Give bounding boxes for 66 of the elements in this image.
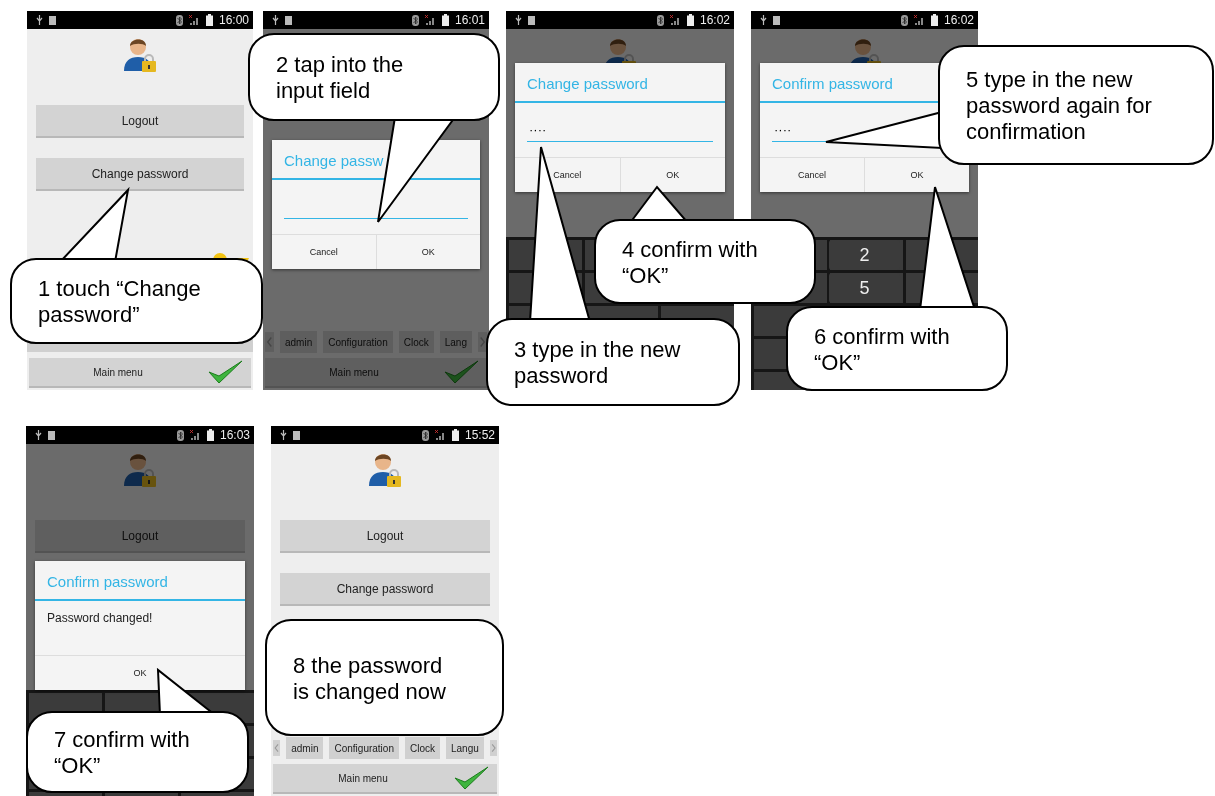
tab[interactable]: Langu	[445, 737, 484, 759]
menu-button[interactable]: Logout	[36, 105, 244, 138]
battery-icon	[451, 429, 459, 441]
signal-icon	[188, 15, 200, 25]
bluetooth-icon	[175, 14, 183, 26]
callout-text: 2 tap into the input field	[276, 52, 405, 104]
checkmark-icon	[453, 765, 489, 791]
signal-icon	[189, 430, 201, 440]
dialog-message: Password changed!	[47, 611, 153, 625]
sd-card-icon	[49, 15, 56, 25]
signal-icon	[434, 430, 446, 440]
signal-icon	[669, 15, 681, 25]
dialog-button[interactable]: Cancel	[515, 158, 620, 192]
dialog-button[interactable]: OK	[35, 656, 245, 690]
bluetooth-icon	[900, 14, 908, 26]
menu-button[interactable]: Logout	[280, 520, 490, 553]
dialog-button[interactable]: Cancel	[272, 235, 376, 269]
dialog-title: Confirm password	[35, 561, 245, 601]
bluetooth-icon	[421, 429, 429, 441]
usb-icon	[36, 15, 43, 25]
status-time: 16:03	[219, 428, 250, 442]
dialog-button[interactable]: Cancel	[760, 158, 864, 192]
checkmark-icon	[443, 359, 479, 385]
signal-icon	[913, 15, 925, 25]
sd-card-icon	[528, 15, 535, 25]
status-time: 16:02	[699, 13, 730, 27]
signal-icon	[424, 15, 436, 25]
usb-icon	[272, 15, 279, 25]
callout-text: 5 type in the new password again for confirmation	[966, 67, 1153, 145]
menu-button[interactable]: Change password	[280, 573, 490, 606]
status-time: 16:02	[943, 13, 974, 27]
battery-icon	[206, 429, 214, 441]
usb-icon	[760, 15, 767, 25]
tab[interactable]: admin	[286, 737, 324, 759]
battery-icon	[205, 14, 213, 26]
main-menu-button[interactable]: Main menu	[273, 764, 497, 794]
tab[interactable]: Clock	[404, 737, 440, 759]
callout-text: 4 confirm with “OK”	[622, 236, 759, 289]
battery-icon	[441, 14, 449, 26]
battery-icon	[930, 14, 938, 26]
dialog-title: Change password	[515, 63, 725, 103]
sd-card-icon	[48, 430, 55, 440]
callout-text: 3 type in the new password	[514, 337, 682, 389]
usb-icon	[280, 430, 287, 440]
status-time: 16:00	[218, 13, 249, 27]
sd-card-icon	[285, 15, 292, 25]
checkmark-icon	[207, 359, 243, 385]
sd-card-icon	[293, 430, 300, 440]
menu-button[interactable]: Change password	[36, 158, 244, 191]
tab[interactable]: Configuration	[329, 737, 399, 759]
bluetooth-icon	[411, 14, 419, 26]
callout-text: 7 confirm with “OK”	[54, 727, 191, 779]
usb-icon	[35, 430, 42, 440]
usb-icon	[515, 15, 522, 25]
sd-card-icon	[773, 15, 780, 25]
callout-text: 6 confirm with “OK”	[814, 323, 951, 376]
password-field[interactable]: ····	[527, 118, 713, 142]
bluetooth-icon	[656, 14, 664, 26]
status-time: 15:52	[464, 428, 495, 442]
main-menu-button[interactable]: Main menu	[29, 358, 251, 388]
battery-icon	[686, 14, 694, 26]
callout-text: 8 the password is changed now	[293, 652, 447, 705]
bluetooth-icon	[176, 429, 184, 441]
dialog-button[interactable]: OK	[375, 235, 480, 269]
callout-text: 1 touch “Change password”	[38, 276, 202, 328]
status-time: 16:01	[454, 13, 485, 27]
